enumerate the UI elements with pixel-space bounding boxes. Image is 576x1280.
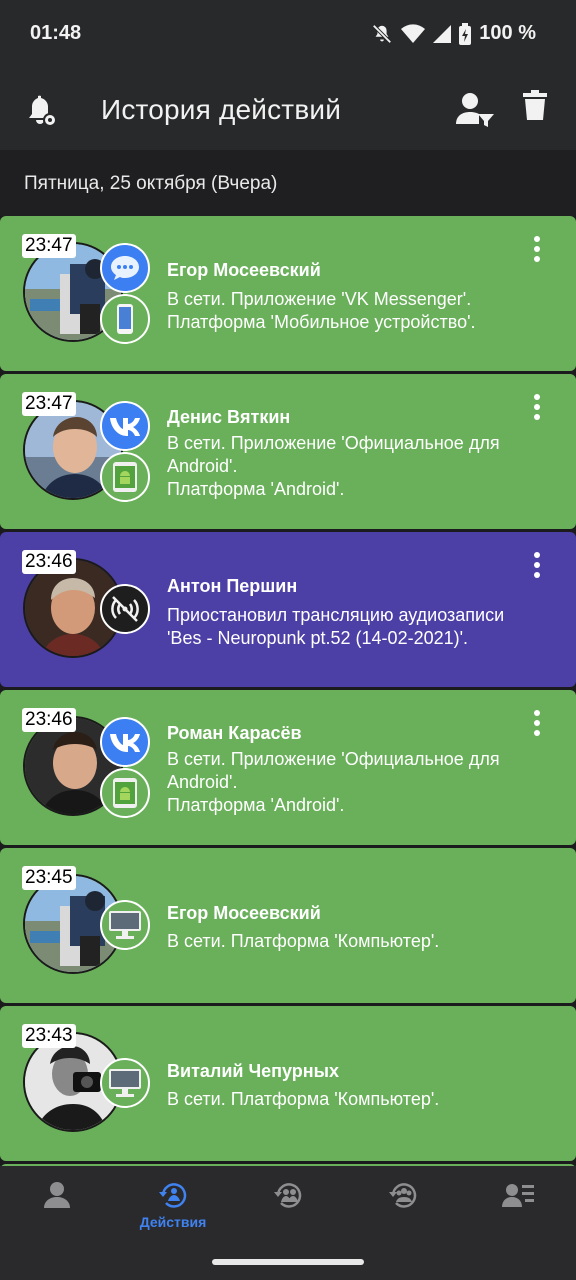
nav-groups-history[interactable]: [348, 1180, 458, 1250]
android-tablet-icon: [100, 768, 150, 818]
wifi-icon: [401, 23, 426, 44]
more-vertical-icon: [534, 552, 540, 578]
user-filter-icon: [456, 93, 494, 127]
description-line: В сети. Платформа 'Компьютер'.: [167, 1089, 440, 1109]
description-line: В сети. Приложение 'Официальное для: [167, 749, 500, 769]
profile-icon: [44, 1182, 70, 1208]
user-name: Виталий Чепурных: [167, 1061, 340, 1081]
status-bar: 01:48 100 %: [0, 0, 576, 70]
user-name: Роман Карасёв: [167, 723, 302, 743]
app-bar: История действий: [0, 70, 576, 150]
user-name: Денис Вяткин: [167, 407, 291, 427]
activity-feed[interactable]: 23:47 Егор Мосеевский В сети. Приложение…: [0, 216, 576, 1166]
event-time: 23:46: [22, 550, 76, 574]
description-line: В сети. Приложение 'VK Messenger'.: [167, 289, 472, 309]
vk-logo-icon: [100, 401, 150, 451]
event-time: 23:47: [22, 234, 76, 258]
description-line: В сети. Приложение 'Официальное для: [167, 433, 500, 453]
event-description: В сети. Приложение 'VK Messenger'. Платф…: [167, 288, 557, 334]
event-time: 23:47: [22, 392, 76, 416]
battery-icon: [459, 22, 472, 45]
bell-settings-icon: [29, 95, 57, 127]
event-description: В сети. Платформа 'Компьютер'.: [167, 1088, 557, 1111]
event-description: Приостановил трансляцию аудиозаписи 'Bes…: [167, 604, 557, 650]
status-icons: 100 %: [371, 22, 536, 45]
event-time: 23:43: [22, 1024, 76, 1048]
battery-percent: 100 %: [479, 22, 536, 44]
description-line: Приостановил трансляцию аудиозаписи: [167, 605, 505, 625]
event-card[interactable]: 23:47 Егор Мосеевский В сети. Приложение…: [0, 216, 576, 371]
more-vertical-icon: [534, 394, 540, 420]
nav-user-list[interactable]: [463, 1180, 573, 1250]
delete-button[interactable]: [523, 90, 563, 130]
more-vertical-icon: [534, 710, 540, 736]
event-description: В сети. Платформа 'Компьютер'.: [167, 930, 557, 953]
event-card[interactable]: 23:47 Денис Вяткин В сети. Приложение 'О…: [0, 374, 576, 529]
broadcast-off-icon: [100, 584, 150, 634]
mute-icon: [371, 23, 393, 45]
description-line: 'Bes - Neuropunk pt.52 (14-02-2021)'.: [167, 628, 469, 648]
nav-actions-label: Действия: [139, 1214, 207, 1230]
more-options-button[interactable]: [526, 234, 548, 264]
nav-actions[interactable]: Действия: [118, 1180, 228, 1250]
vk-logo-icon: [100, 717, 150, 767]
more-options-button[interactable]: [526, 392, 548, 422]
description-line: Платформа 'Android'.: [167, 795, 345, 815]
event-card[interactable]: 23:45 Егор Мосеевский В сети. Платформа …: [0, 848, 576, 1003]
friends-history-icon: [274, 1183, 302, 1208]
trash-icon: [523, 90, 547, 120]
mobile-phone-icon: [100, 294, 150, 344]
bell-settings-button[interactable]: [22, 90, 62, 130]
event-description: В сети. Приложение 'Официальное для Andr…: [167, 748, 557, 817]
status-time: 01:48: [30, 22, 82, 44]
date-header: Пятница, 25 октября (Вчера): [0, 150, 576, 216]
description-line: В сети. Платформа 'Компьютер'.: [167, 931, 440, 951]
computer-monitor-icon: [100, 900, 150, 950]
computer-monitor-icon: [100, 1058, 150, 1108]
page-title: История действий: [101, 94, 342, 125]
description-line: Android'.: [167, 456, 238, 476]
description-line: Android'.: [167, 772, 238, 792]
user-name: Егор Мосеевский: [167, 903, 321, 923]
event-card[interactable]: 23:43 Виталий Чепурных В сети. Платформа…: [0, 1006, 576, 1161]
event-description: В сети. Приложение 'Официальное для Andr…: [167, 432, 557, 501]
more-options-button[interactable]: [526, 550, 548, 580]
groups-history-icon: [389, 1183, 417, 1208]
description-line: Платформа 'Мобильное устройство'.: [167, 312, 476, 332]
event-card[interactable]: 23:46 Антон Першин Приостановил трансляц…: [0, 532, 576, 687]
user-name: Антон Першин: [167, 576, 298, 596]
event-card[interactable]: 23:46 Роман Карасёв В сети. Приложение '…: [0, 690, 576, 845]
home-indicator[interactable]: [212, 1259, 364, 1265]
more-options-button[interactable]: [526, 708, 548, 738]
date-label: Пятница, 25 октября (Вчера): [24, 173, 278, 194]
android-tablet-icon: [100, 452, 150, 502]
nav-friends-history[interactable]: [233, 1180, 343, 1250]
more-vertical-icon: [534, 236, 540, 262]
user-list-icon: [502, 1184, 534, 1207]
user-filter-button[interactable]: [456, 92, 496, 132]
nav-profile[interactable]: [2, 1180, 112, 1250]
event-time: 23:45: [22, 866, 76, 890]
actions-history-icon: [159, 1183, 187, 1208]
messenger-icon: [100, 243, 150, 293]
description-line: Платформа 'Android'.: [167, 479, 345, 499]
event-time: 23:46: [22, 708, 76, 732]
user-name: Егор Мосеевский: [167, 260, 321, 280]
signal-icon: [433, 24, 452, 44]
